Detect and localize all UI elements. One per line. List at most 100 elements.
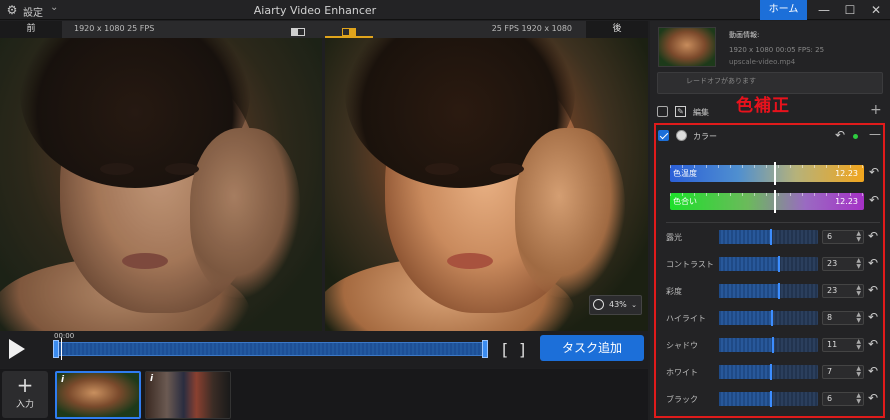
tint-label: 色合い bbox=[673, 197, 697, 206]
adjust-row-contrast: コントラスト 23 ▲ ▼ ↶ bbox=[666, 255, 880, 273]
stepper-value: 11 bbox=[827, 340, 838, 349]
input-button[interactable]: + 入力 bbox=[2, 371, 48, 418]
add-icon[interactable]: + bbox=[870, 102, 882, 118]
value-stepper[interactable]: 23 ▲ ▼ bbox=[822, 257, 864, 271]
before-preview[interactable] bbox=[0, 38, 322, 331]
info-icon[interactable]: i bbox=[61, 375, 64, 385]
stepper-arrows-icon[interactable]: ▲ ▼ bbox=[856, 393, 861, 405]
adjust-label: ホワイト bbox=[666, 368, 698, 377]
media-thumbnail[interactable]: i bbox=[145, 371, 231, 419]
stepper-arrows-icon[interactable]: ▲ ▼ bbox=[856, 366, 861, 378]
app-window: ⚙ 設定 ⌄ Aiarty Video Enhancer ホーム — ☐ ✕ 前… bbox=[0, 0, 890, 420]
adjust-slider[interactable] bbox=[719, 337, 818, 353]
after-label: 後 bbox=[586, 21, 648, 38]
close-icon[interactable]: ✕ bbox=[864, 0, 888, 20]
preview-eye bbox=[165, 163, 199, 175]
adjust-slider[interactable] bbox=[719, 229, 818, 245]
slider-knob[interactable] bbox=[770, 364, 773, 380]
minimize-icon[interactable]: — bbox=[812, 0, 836, 20]
reset-icon[interactable]: ↶ bbox=[868, 337, 878, 351]
color-label: カラー bbox=[693, 132, 717, 141]
color-section-header: カラー ↶ — bbox=[657, 127, 882, 148]
preview-hand bbox=[190, 128, 300, 298]
video-filename: upscale-video.mp4 bbox=[729, 58, 796, 66]
after-preview[interactable] bbox=[325, 38, 648, 331]
color-checkbox[interactable] bbox=[658, 130, 669, 141]
value-stepper[interactable]: 11 ▲ ▼ bbox=[822, 338, 864, 352]
collapse-icon[interactable]: — bbox=[869, 127, 881, 141]
slider-knob[interactable] bbox=[778, 256, 781, 272]
media-strip: + 入力 i i bbox=[0, 369, 648, 420]
adjust-slider[interactable] bbox=[719, 283, 818, 299]
source-info: 1920 x 1080 25 FPS bbox=[74, 24, 155, 33]
maximize-icon[interactable]: ☐ bbox=[838, 0, 862, 20]
tint-value: 12.23 bbox=[835, 197, 858, 206]
reset-icon[interactable]: ↶ bbox=[868, 256, 878, 270]
output-info: 25 FPS 1920 x 1080 bbox=[491, 24, 572, 33]
value-stepper[interactable]: 6 ▲ ▼ bbox=[822, 230, 864, 244]
slider-knob[interactable] bbox=[771, 310, 774, 326]
adjust-label: ブラック bbox=[666, 395, 698, 404]
edit-checkbox[interactable] bbox=[657, 106, 668, 117]
title-bar: ⚙ 設定 ⌄ Aiarty Video Enhancer ホーム — ☐ ✕ bbox=[0, 0, 890, 20]
adjust-row-exposure: 露光 6 ▲ ▼ ↶ bbox=[666, 228, 880, 246]
set-out-point-button[interactable]: ] bbox=[519, 340, 525, 359]
tint-slider[interactable]: 色合い 12.23 bbox=[670, 190, 864, 213]
slider-knob[interactable] bbox=[778, 283, 781, 299]
reset-icon[interactable]: ↶ bbox=[869, 165, 879, 179]
slider-knob[interactable] bbox=[770, 229, 773, 245]
reset-icon[interactable]: ↶ bbox=[869, 193, 879, 207]
stepper-arrows-icon[interactable]: ▲ ▼ bbox=[856, 258, 861, 270]
stepper-value: 23 bbox=[827, 259, 838, 268]
temperature-label: 色温度 bbox=[673, 169, 697, 178]
home-button[interactable]: ホーム bbox=[760, 0, 807, 20]
reset-icon[interactable]: ↶ bbox=[835, 128, 845, 142]
preview-eye bbox=[100, 163, 134, 175]
slider-knob[interactable] bbox=[772, 337, 775, 353]
adjust-slider[interactable] bbox=[719, 310, 818, 326]
adjust-slider[interactable] bbox=[719, 364, 818, 380]
play-icon[interactable] bbox=[9, 339, 25, 359]
temperature-slider[interactable]: 色温度 12.23 bbox=[670, 162, 864, 185]
reset-icon[interactable]: ↶ bbox=[868, 310, 878, 324]
reset-icon[interactable]: ↶ bbox=[868, 391, 878, 405]
slider-knob[interactable] bbox=[770, 391, 773, 407]
side-by-side-view-button[interactable] bbox=[325, 21, 373, 38]
reset-icon[interactable]: ↶ bbox=[868, 364, 878, 378]
trim-start-handle[interactable] bbox=[53, 340, 59, 358]
adjust-row-whites: ホワイト 7 ▲ ▼ ↶ bbox=[666, 363, 880, 381]
zoom-dropdown[interactable]: 43% ⌄ bbox=[589, 295, 642, 315]
slider-fill bbox=[719, 392, 772, 406]
value-stepper[interactable]: 8 ▲ ▼ bbox=[822, 311, 864, 325]
adjust-slider[interactable] bbox=[719, 256, 818, 272]
preview-lips bbox=[447, 253, 493, 269]
stepper-arrows-icon[interactable]: ▲ ▼ bbox=[856, 339, 861, 351]
value-stepper[interactable]: 7 ▲ ▼ bbox=[822, 365, 864, 379]
value-stepper[interactable]: 6 ▲ ▼ bbox=[822, 392, 864, 406]
value-stepper[interactable]: 23 ▲ ▼ bbox=[822, 284, 864, 298]
zoom-icon bbox=[593, 299, 604, 310]
temperature-knob[interactable] bbox=[773, 162, 776, 185]
stepper-arrows-icon[interactable]: ▲ ▼ bbox=[856, 231, 861, 243]
adjust-label: 露光 bbox=[666, 233, 682, 242]
input-label: 入力 bbox=[15, 400, 34, 410]
set-in-point-button[interactable]: [ bbox=[502, 340, 508, 359]
video-info-meta: 1920 x 1080 00:05 FPS: 25 bbox=[729, 46, 825, 54]
split-view-button[interactable] bbox=[274, 21, 322, 38]
current-time: 00:00 bbox=[54, 332, 75, 340]
playhead[interactable] bbox=[61, 338, 62, 360]
edit-label: 編集 bbox=[693, 108, 709, 117]
reset-icon[interactable]: ↶ bbox=[868, 283, 878, 297]
timeline-track[interactable] bbox=[54, 342, 488, 356]
trim-end-handle[interactable] bbox=[482, 340, 488, 358]
media-thumbnail[interactable]: i bbox=[55, 371, 141, 419]
info-icon[interactable]: i bbox=[150, 374, 153, 384]
tint-knob[interactable] bbox=[773, 190, 776, 213]
adjust-row-highlights: ハイライト 8 ▲ ▼ ↶ bbox=[666, 309, 880, 327]
stepper-arrows-icon[interactable]: ▲ ▼ bbox=[856, 285, 861, 297]
adjust-slider[interactable] bbox=[719, 391, 818, 407]
chevron-down-icon: ⌄ bbox=[631, 301, 637, 309]
stepper-arrows-icon[interactable]: ▲ ▼ bbox=[856, 312, 861, 324]
reset-icon[interactable]: ↶ bbox=[868, 229, 878, 243]
add-task-button[interactable]: タスク追加 bbox=[540, 335, 644, 361]
